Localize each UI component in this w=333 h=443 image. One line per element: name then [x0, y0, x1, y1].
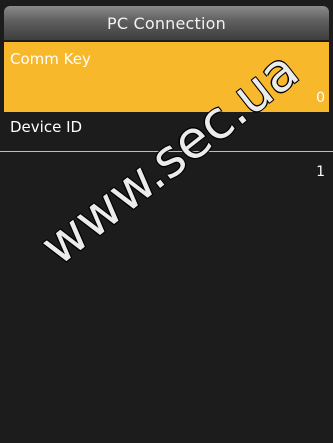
menu-item-value: 1	[316, 164, 325, 180]
menu-item-value: 0	[316, 90, 325, 106]
menu-list: Comm Key 0 Device ID 1	[0, 40, 333, 443]
menu-item-label: Comm Key	[10, 50, 91, 68]
menu-item-label: Device ID	[10, 118, 83, 136]
menu-item-comm-key[interactable]: Comm Key 0	[4, 42, 329, 112]
page-title: PC Connection	[106, 13, 227, 33]
divider	[0, 151, 333, 152]
menu-item-device-id[interactable]: Device ID 1	[4, 112, 329, 180]
title-bar: PC Connection	[4, 6, 329, 40]
device-screen: PC Connection Comm Key 0 Device ID 1 www…	[0, 0, 333, 443]
